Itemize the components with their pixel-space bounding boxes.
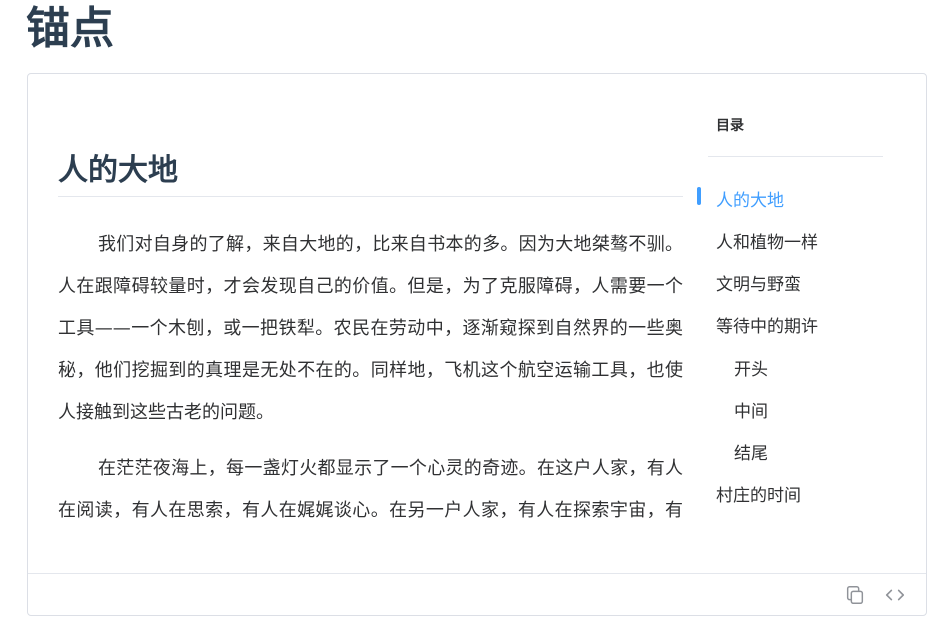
toc-subitem-kai-tou[interactable]: 开头 <box>734 359 768 381</box>
toc-title: 目录 <box>716 118 744 134</box>
toc-item-wen-ming-yu-ye-man[interactable]: 文明与野蛮 <box>716 274 801 296</box>
anchor-toc: 目录 人的大地 人和植物一样 文明与野蛮 等待中的期许 开头 中间 结尾 村庄的… <box>696 74 896 540</box>
toc-item-ren-de-da-di[interactable]: 人的大地 <box>716 190 784 212</box>
article-paragraph: 我们对自身的了解，来自大地的，比来自书本的多。因为大地桀骜不驯。人在跟障碍较量时… <box>58 234 683 423</box>
toc-subitem-zhong-jian[interactable]: 中间 <box>734 401 768 423</box>
toc-subitem-jie-wei[interactable]: 结尾 <box>734 443 768 465</box>
article-paragraph: 在茫茫夜海上，每一盏灯火都显示了一个心灵的奇迹。在这户人家，有人在阅读，有人在思… <box>58 458 683 521</box>
content-area: 人的大地 我们对自身的了解，来自大地的，比来自书本的多。因为大地桀骜不驯。人在跟… <box>28 74 926 573</box>
toc-item-cun-zhuang-shi-jian[interactable]: 村庄的时间 <box>716 485 801 507</box>
article-scroll-container[interactable]: 人的大地 我们对自身的了解，来自大地的，比来自书本的多。因为大地桀骜不驯。人在跟… <box>58 74 683 540</box>
page-title: 锚点 <box>26 3 114 54</box>
copy-icon[interactable] <box>844 584 866 606</box>
demo-card-footer <box>28 573 926 615</box>
article-heading: 人的大地 <box>58 148 683 197</box>
toc-item-ren-he-zhi-wu[interactable]: 人和植物一样 <box>716 232 818 254</box>
toc-item-deng-dai-qi-xu[interactable]: 等待中的期许 <box>716 316 818 338</box>
demo-card: 人的大地 我们对自身的了解，来自大地的，比来自书本的多。因为大地桀骜不驯。人在跟… <box>27 73 927 616</box>
toc-rail <box>696 184 698 504</box>
code-icon[interactable] <box>884 584 906 606</box>
toc-divider <box>708 156 883 157</box>
toc-active-marker <box>697 187 701 205</box>
